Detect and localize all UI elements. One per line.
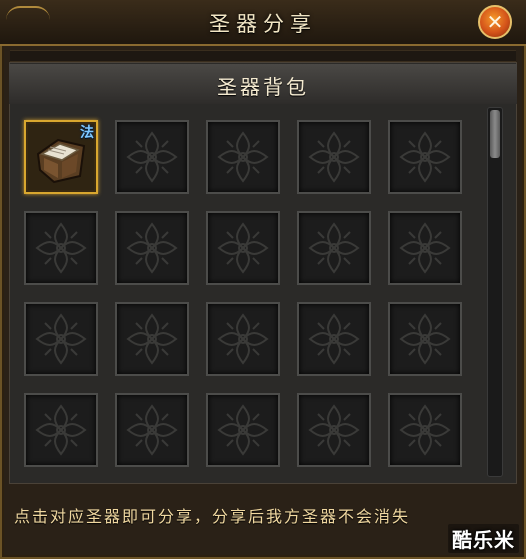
relic-slot-empty[interactable] — [297, 211, 371, 285]
lotus-motif-icon — [126, 404, 178, 456]
close-x-icon: ✕ — [486, 10, 504, 34]
lotus-motif-icon — [399, 404, 451, 456]
relic-slot-empty[interactable] — [206, 393, 280, 467]
relic-slot-empty[interactable] — [388, 211, 462, 285]
backpack-title: 圣器背包 — [217, 75, 309, 99]
relic-slot-empty[interactable] — [388, 393, 462, 467]
relic-slot-empty[interactable] — [206, 211, 280, 285]
close-button[interactable]: ✕ — [478, 5, 512, 39]
lotus-motif-icon — [308, 131, 360, 183]
lotus-motif-icon — [308, 222, 360, 274]
share-relic-window: 圣器分享 ✕ 圣器背包 法 点击对应圣器即可分享，分享后我方圣器不会消失 酷乐米 — [0, 0, 526, 559]
backpack-scrollbar[interactable] — [487, 107, 503, 477]
relic-slot-empty[interactable] — [206, 302, 280, 376]
relic-slot-empty[interactable] — [297, 120, 371, 194]
lotus-motif-icon — [217, 404, 269, 456]
lotus-motif-icon — [399, 222, 451, 274]
share-hint: 点击对应圣器即可分享，分享后我方圣器不会消失 — [14, 507, 411, 526]
lotus-motif-icon — [399, 313, 451, 365]
lotus-motif-icon — [308, 404, 360, 456]
lotus-motif-icon — [35, 222, 87, 274]
relic-slot-empty[interactable] — [115, 393, 189, 467]
lotus-motif-icon — [126, 131, 178, 183]
relic-slot-empty[interactable] — [24, 302, 98, 376]
backpack-header: 圣器背包 — [9, 64, 517, 104]
lotus-motif-icon — [126, 222, 178, 274]
lotus-motif-icon — [35, 313, 87, 365]
relic-slot-empty[interactable] — [388, 120, 462, 194]
lotus-motif-icon — [217, 131, 269, 183]
relic-slot-empty[interactable] — [388, 302, 462, 376]
relic-slot-empty[interactable] — [297, 302, 371, 376]
site-watermark: 酷乐米 — [448, 524, 519, 553]
relic-slot-empty[interactable] — [24, 393, 98, 467]
relic-slot-empty[interactable] — [115, 211, 189, 285]
relic-slot-empty[interactable] — [206, 120, 280, 194]
relic-slot-empty[interactable] — [115, 302, 189, 376]
lotus-motif-icon — [35, 404, 87, 456]
lotus-motif-icon — [308, 313, 360, 365]
scroll-thumb[interactable] — [490, 110, 500, 158]
relic-slot-empty[interactable] — [24, 211, 98, 285]
lotus-motif-icon — [399, 131, 451, 183]
relic-slot-filled[interactable]: 法 — [24, 120, 98, 194]
lotus-motif-icon — [217, 313, 269, 365]
relic-slot-empty[interactable] — [115, 120, 189, 194]
title-bar: 圣器分享 ✕ — [0, 0, 526, 46]
relic-slot-empty[interactable] — [297, 393, 371, 467]
window-title: 圣器分享 — [209, 12, 317, 36]
lotus-motif-icon — [126, 313, 178, 365]
title-divider — [10, 50, 516, 62]
lotus-motif-icon — [217, 222, 269, 274]
item-type-badge: 法 — [80, 125, 94, 141]
